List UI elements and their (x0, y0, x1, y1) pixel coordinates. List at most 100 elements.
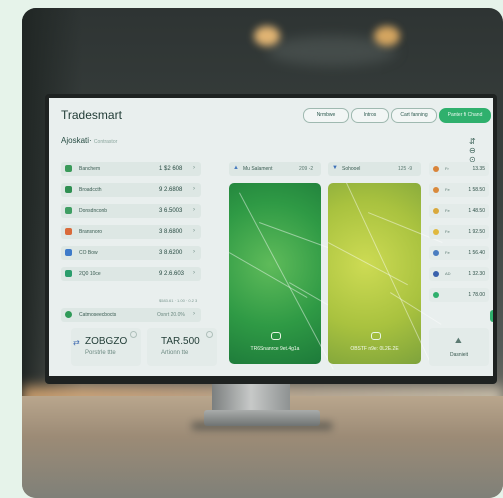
header-primary-button[interactable]: Panter fi Chand (439, 108, 491, 123)
chevron-right-icon: › (193, 186, 195, 192)
summary-label: Catmoseecbocts (79, 312, 117, 318)
shirt-icon: ▼ (332, 165, 338, 171)
app-header: Tradesmart Nrmbwe Intros Cart fanning Pa… (49, 98, 493, 126)
chevron-right-icon: › (193, 207, 195, 213)
asset-row[interactable]: Bransnoro 3 8.6800 › (61, 225, 201, 239)
price-icon (433, 292, 439, 298)
toolbar-icons[interactable]: ⇵ ⊖ ⊙ (469, 137, 493, 164)
subtitle-text: Ajoskati· (61, 136, 92, 145)
price-name: Fe (445, 229, 450, 234)
monitor-stand-base (204, 410, 320, 426)
price-value: 1 58.50 (468, 187, 485, 193)
chevron-right-icon: › (193, 249, 195, 255)
price-name: Fe (445, 250, 450, 255)
photo-frame: Tradesmart Nrmbwe Intros Cart fanning Pa… (22, 8, 503, 498)
asset-value: 3 6.5003 (159, 208, 183, 214)
tab-salament[interactable]: ▲ Mu Salament 209 -2 (229, 162, 321, 176)
price-icon (433, 208, 439, 214)
leaf-vein (229, 252, 308, 298)
price-value: 1 78.00 (468, 292, 485, 298)
asset-value: 9 2.6808 (159, 187, 183, 193)
price-row[interactable]: Fe 1 92.50 (429, 225, 489, 239)
tab-salament-label: Mu Salament (243, 166, 273, 172)
price-value: 13.35 (472, 166, 485, 172)
asset-row[interactable]: Broadccth 9 2.6808 › (61, 183, 201, 197)
leaf-badge-icon (370, 332, 381, 340)
asset-value: 1 $2 608 (159, 166, 183, 172)
asset-list-total: $583.61 · 1.00 · 0.2 3 (159, 298, 198, 303)
leaf-vein (239, 192, 334, 370)
price-value: 1 32.30 (468, 271, 485, 277)
price-row[interactable]: Fe 1 48.50 (429, 204, 489, 218)
stat-1-value: ZOBGZO (85, 336, 128, 347)
arrows-icon: ⇄ (73, 338, 80, 347)
dashboard-tile[interactable]: ⛰ Dasnieit (429, 328, 489, 366)
price-name: Fe (445, 187, 450, 192)
header-button-2[interactable]: Intros (351, 108, 389, 123)
price-row[interactable]: Fe 1 58.50 (429, 183, 489, 197)
ceiling-light-left (254, 26, 280, 46)
asset-icon (65, 165, 72, 172)
asset-row[interactable]: CO Bow 3 8.6200 › (61, 246, 201, 260)
asset-icon (65, 186, 72, 193)
price-icon (433, 166, 439, 172)
asset-row[interactable]: Banchem 1 $2 608 › (61, 162, 201, 176)
green-leaf-card[interactable]: TR6Snanrce 9et.4g1a (229, 183, 351, 370)
tab-sohooel-value: 125 -9 (398, 166, 413, 172)
summary-icon (65, 311, 72, 318)
stat-2-label: Artionn tte (161, 350, 189, 356)
asset-icon (65, 228, 72, 235)
stat-1-label: Porstrle ttte (85, 350, 116, 356)
monitor-screen: Tradesmart Nrmbwe Intros Cart fanning Pa… (49, 98, 493, 376)
yellow-leaf-card[interactable]: OBSTF n9e: 0L2E.2E (328, 182, 443, 365)
chevron-right-icon: › (193, 165, 195, 171)
price-row[interactable]: 1 78.00 (429, 288, 489, 302)
price-value: 1 92.50 (468, 229, 485, 235)
yellow-leaf-caption: OBSTF n9e: 0L2E.2E (350, 346, 399, 352)
header-button-3[interactable]: Cart fanning (391, 108, 437, 123)
asset-icon (65, 270, 72, 277)
asset-name: Donsdnconb (79, 208, 108, 214)
price-icon (433, 271, 439, 277)
section-subtitle: Ajoskati· Contrastor (61, 136, 117, 145)
ceiling-light-right (374, 26, 400, 46)
price-value: 1 48.50 (468, 208, 485, 214)
info-icon (130, 331, 137, 338)
subtitle-light-text: Contrastor (93, 139, 118, 145)
tab-sohooel-label: Sohooel (342, 166, 361, 172)
leaf-vein (259, 222, 335, 251)
chart-icon: ▲ (233, 165, 239, 171)
chevron-right-icon: › (193, 228, 195, 234)
stat-card-2: TAR.500 Artionn tte (147, 328, 217, 366)
leaf-badge-icon (271, 332, 281, 340)
price-name: Fe (445, 208, 450, 213)
tab-sohooel[interactable]: ▼ Sohooel 125 -9 (328, 162, 421, 176)
price-row[interactable]: Fe 1 56.40 (429, 246, 489, 260)
app-title: Tradesmart (61, 108, 122, 122)
price-row[interactable]: Fr 13.35 (429, 162, 489, 176)
summary-row[interactable]: Catmoseecbocts Osnrt 20.0% › (61, 308, 201, 322)
asset-row[interactable]: Donsdnconb 3 6.5003 › (61, 204, 201, 218)
info-icon (206, 331, 213, 338)
green-leaf-caption: TR6Snanrce 9et.4g1a (250, 346, 300, 352)
stat-card-1: ⇄ ZOBGZO Porstrle ttte (71, 328, 141, 366)
chevron-right-icon: › (193, 311, 195, 317)
asset-name: CO Bow (79, 250, 98, 256)
dashboard-label: Dasnieit (449, 352, 469, 358)
asset-icon (65, 249, 72, 256)
price-icon (433, 250, 439, 256)
asset-icon (65, 207, 72, 214)
summary-value: Osnrt 20.0% (157, 312, 185, 318)
header-button-1[interactable]: Nrmbwe (303, 108, 349, 123)
price-name: AD (445, 271, 451, 276)
asset-value: 9 2.6.603 (159, 271, 185, 277)
price-icon (433, 229, 439, 235)
asset-row[interactable]: 2Q0 10ce 9 2.6.603 › (61, 267, 201, 281)
asset-value: 3 8.6200 (159, 250, 183, 256)
go-button[interactable]: Go (490, 310, 493, 322)
stat-2-value: TAR.500 (161, 336, 200, 347)
asset-name: 2Q0 10ce (79, 271, 101, 277)
asset-name: Bransnoro (79, 229, 103, 235)
price-row[interactable]: AD 1 32.30 (429, 267, 489, 281)
leaf-vein (328, 242, 408, 286)
